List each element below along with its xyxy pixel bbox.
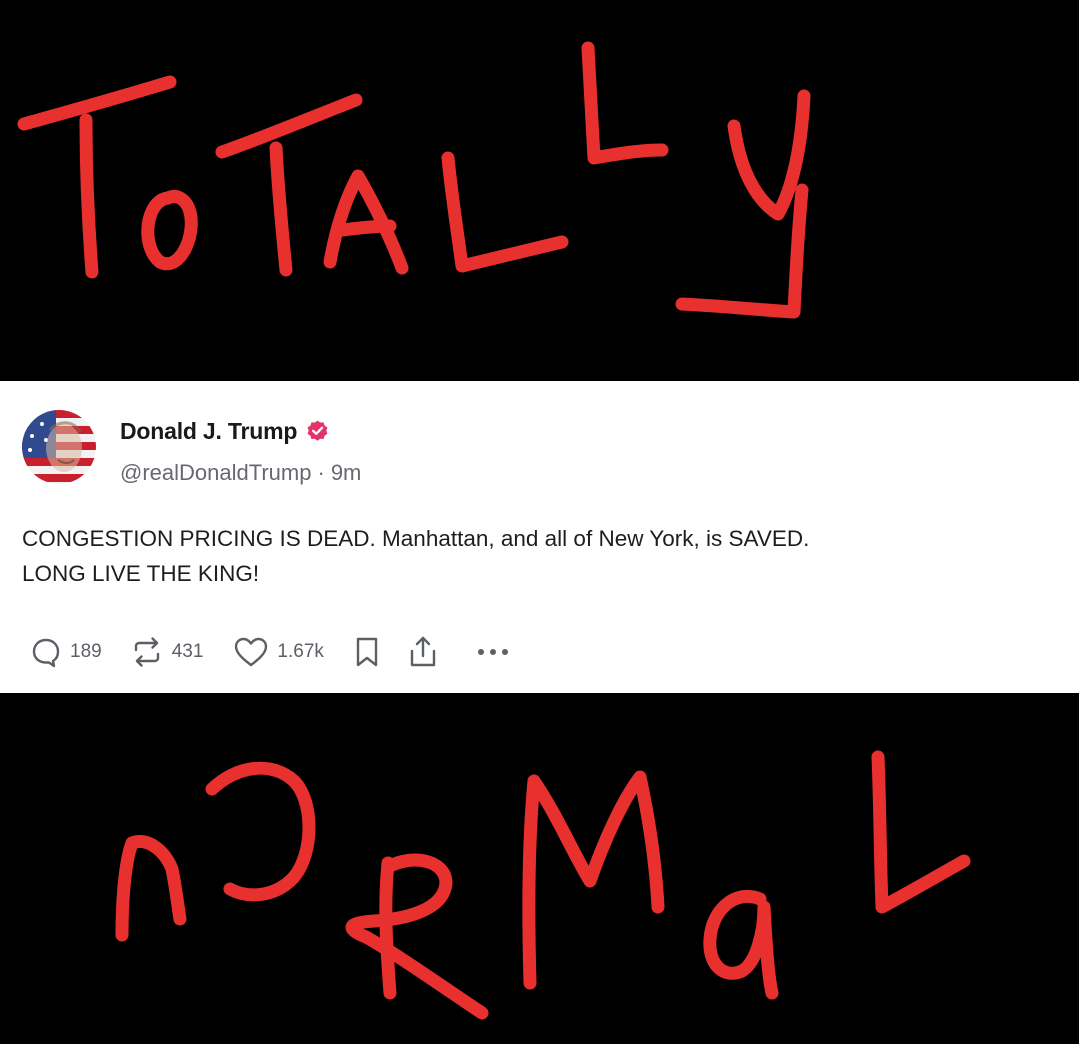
top-scribble-band [0,0,1079,381]
bookmark-button[interactable] [354,636,380,668]
post-body-line: CONGESTION PRICING IS DEAD. Manhattan, a… [22,526,810,551]
reply-bubble-icon [32,638,60,668]
post-body-line: LONG LIVE THE KING! [22,561,260,586]
verified-check-icon [307,420,328,441]
post-body: CONGESTION PRICING IS DEAD. Manhattan, a… [22,521,1052,591]
reply-count: 189 [70,641,102,662]
author-line: Donald J. Trump [120,418,330,445]
reply-button[interactable]: 189 [30,636,102,668]
like-button[interactable]: 1.67k [233,636,324,668]
handle-line: @realDonaldTrump · 9m [120,460,361,486]
more-options-button[interactable] [476,646,510,658]
repost-count: 431 [171,641,204,662]
bookmark-icon [356,637,378,667]
screenshot-canvas: Donald J. Trump @realDonaldTrump · 9m CO… [0,0,1079,1044]
heart-icon [235,637,268,667]
share-upload-icon [410,636,436,667]
bottom-scribble-band [0,693,1079,1044]
post-actions-bar: 189 431 1.67k [30,632,510,672]
repost-button[interactable]: 431 [130,636,204,668]
author-name[interactable]: Donald J. Trump [120,418,297,445]
top-handwritten-scribble [17,41,811,319]
share-button[interactable] [408,635,438,669]
bottom-handwritten-scribble [115,750,971,1020]
like-count: 1.67k [277,641,324,662]
more-dots-icon [477,649,508,655]
handle-separator: · [317,460,325,485]
author-handle[interactable]: @realDonaldTrump [120,460,311,486]
author-avatar[interactable] [22,410,96,484]
repost-arrows-icon [134,637,159,667]
avatar-flag-portrait-icon [22,410,96,484]
post-timestamp[interactable]: 9m [331,460,362,486]
